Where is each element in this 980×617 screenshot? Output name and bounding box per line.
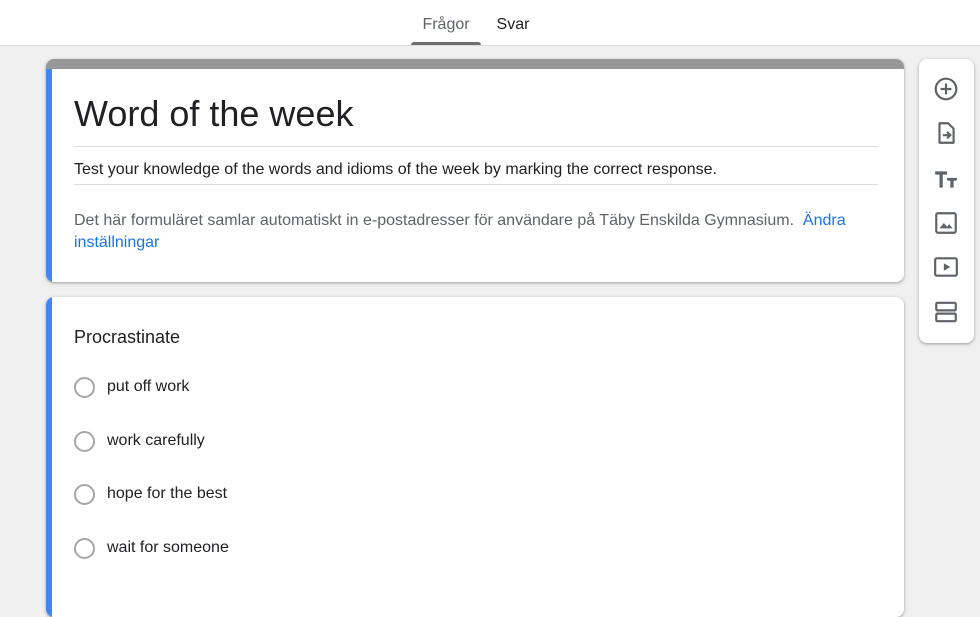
top-bar: Frågor Svar: [0, 0, 980, 46]
option-label: hope for the best: [107, 485, 228, 502]
tab-questions[interactable]: Frågor: [411, 0, 481, 46]
question-card[interactable]: Procrastinate put off work work carefull…: [46, 297, 904, 617]
video-icon: [934, 257, 958, 277]
radio-button[interactable]: [74, 483, 95, 505]
import-file-icon: [938, 122, 955, 144]
tab-answers[interactable]: Svar: [489, 0, 537, 46]
radio-button[interactable]: [74, 376, 95, 398]
radio-button[interactable]: [74, 537, 95, 559]
section-icon: [935, 301, 957, 323]
option-label: wait for someone: [107, 539, 229, 556]
image-icon: [935, 212, 957, 234]
form-header-card[interactable]: Word of the week Test your knowledge of …: [46, 59, 904, 282]
description-divider: [74, 184, 878, 185]
radio-button[interactable]: [74, 430, 95, 452]
email-collection-note-text: Det här formuläret samlar automatiskt in…: [74, 212, 795, 229]
header-color-band: [46, 59, 904, 69]
option-hope-for-the-best[interactable]: hope for the best: [74, 482, 227, 506]
option-work-carefully[interactable]: work carefully: [74, 429, 205, 453]
title-divider: [74, 146, 878, 147]
import-questions-button[interactable]: [932, 119, 960, 147]
active-card-indicator: [46, 69, 52, 282]
add-question-button[interactable]: [932, 75, 960, 103]
text-title-icon: [935, 171, 957, 188]
option-wait-for-someone[interactable]: wait for someone: [74, 536, 229, 560]
add-section-button[interactable]: [932, 298, 960, 326]
add-title-button[interactable]: [932, 165, 960, 193]
add-circle-icon: [934, 77, 958, 101]
option-put-off-work[interactable]: put off work: [74, 375, 189, 399]
floating-toolbar: [919, 59, 974, 343]
email-collection-note: Det här formuläret samlar automatiskt in…: [74, 210, 874, 254]
add-video-button[interactable]: [932, 253, 960, 281]
option-label: work carefully: [107, 432, 205, 449]
option-label: put off work: [107, 378, 190, 395]
question-title[interactable]: Procrastinate: [74, 327, 180, 348]
form-title[interactable]: Word of the week: [74, 93, 353, 135]
active-tab-indicator: [411, 42, 481, 45]
active-card-indicator: [46, 297, 52, 617]
form-description[interactable]: Test your knowledge of the words and idi…: [74, 161, 717, 179]
add-image-button[interactable]: [932, 209, 960, 237]
